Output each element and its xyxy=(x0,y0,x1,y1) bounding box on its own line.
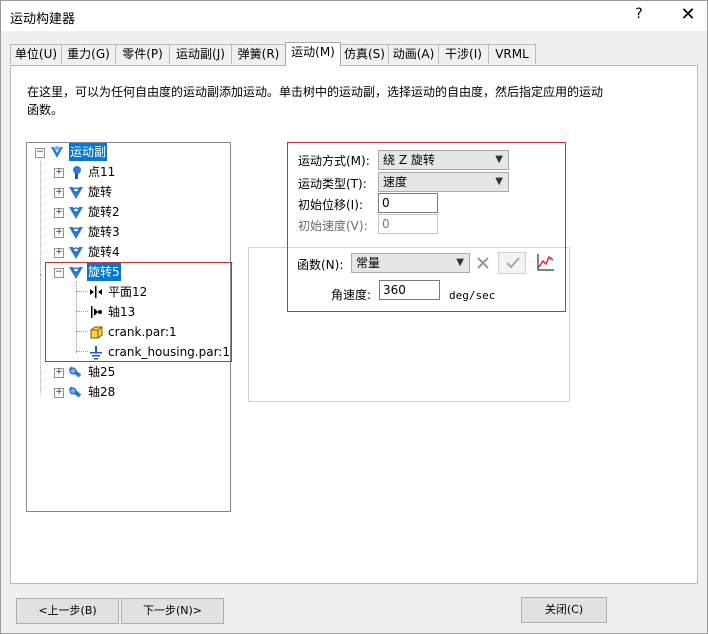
motion-mode-select[interactable]: 绕 Z 旋转 ▼ xyxy=(378,150,509,170)
tree-item-revolute2[interactable]: + 旋转2 xyxy=(27,203,227,221)
tab-joints[interactable]: 运动副(J) xyxy=(169,44,232,64)
motion-type-select[interactable]: 速度 ▼ xyxy=(378,172,509,192)
tab-simulation[interactable]: 仿真(S) xyxy=(340,44,389,64)
cylindrical-joint-icon xyxy=(68,366,82,378)
chevron-down-icon: ▼ xyxy=(456,257,464,268)
tree-highlight-box xyxy=(45,262,232,362)
tree-item-revolute4[interactable]: + 旋转4 xyxy=(27,243,227,261)
function-select[interactable]: 常量 ▼ xyxy=(351,253,470,273)
angular-velocity-input[interactable]: 360 xyxy=(379,280,440,300)
angular-velocity-unit: deg/sec xyxy=(449,289,496,302)
motion-builder-dialog: 运动构建器 ? ✕ 单位(U) 重力(G) 零件(P) 运动副(J) 弹簧(R)… xyxy=(0,0,708,634)
tab-motion[interactable]: 运动(M) xyxy=(285,42,341,66)
close-button[interactable]: 关闭(C) xyxy=(521,597,607,623)
joints-folder-icon xyxy=(51,146,63,158)
tab-units[interactable]: 单位(U) xyxy=(10,44,62,64)
tree-item-revolute[interactable]: + 旋转 xyxy=(27,183,227,201)
tab-springs[interactable]: 弹簧(R) xyxy=(231,44,286,64)
initial-displacement-label: 初始位移(I): xyxy=(298,198,363,212)
revolute-joint-icon xyxy=(69,207,83,219)
motion-type-label: 运动类型(T): xyxy=(298,177,367,191)
tree-item-point11[interactable]: + 点11 xyxy=(27,163,227,181)
help-icon[interactable]: ? xyxy=(630,6,648,22)
tree-root-label: 运动副 xyxy=(69,143,108,161)
initial-velocity-input[interactable]: 0 xyxy=(378,214,438,234)
close-icon[interactable]: ✕ xyxy=(678,4,698,26)
revolute-joint-icon xyxy=(69,227,83,239)
tab-vrml[interactable]: VRML xyxy=(488,44,536,64)
graph-function-icon[interactable] xyxy=(536,252,556,272)
point-joint-icon xyxy=(73,166,81,179)
initial-velocity-label: 初始速度(V): xyxy=(298,219,368,233)
revolute-joint-icon xyxy=(69,187,83,199)
prev-button[interactable]: <上一步(B) xyxy=(16,598,119,624)
tab-animation[interactable]: 动画(A) xyxy=(388,44,439,64)
initial-displacement-input[interactable]: 0 xyxy=(378,193,438,213)
checkmark-icon xyxy=(506,257,520,269)
motion-mode-label: 运动方式(M): xyxy=(298,154,370,168)
angular-velocity-label: 角速度: xyxy=(331,288,372,302)
chevron-down-icon: ▼ xyxy=(495,154,503,165)
tab-interference[interactable]: 干涉(I) xyxy=(438,44,489,64)
chevron-down-icon: ▼ xyxy=(495,176,503,187)
revolute-joint-icon xyxy=(69,247,83,259)
function-label: 函数(N): xyxy=(297,258,344,272)
tree-root[interactable]: − 运动副 xyxy=(27,143,227,161)
cylindrical-joint-icon xyxy=(68,386,82,398)
tree-item-axis25[interactable]: + 轴25 xyxy=(27,363,227,381)
motion-panel: 在这里，可以为任何自由度的运动副添加运动。单击树中的运动副，选择运动的自由度，然… xyxy=(10,65,698,584)
next-button[interactable]: 下一步(N)> xyxy=(121,598,224,624)
title-bar: 运动构建器 ? ✕ xyxy=(1,1,707,31)
tree-item-revolute3[interactable]: + 旋转3 xyxy=(27,223,227,241)
tree-item-axis28[interactable]: + 轴28 xyxy=(27,383,227,401)
tab-parts[interactable]: 零件(P) xyxy=(115,44,170,64)
clear-function-icon[interactable] xyxy=(474,254,492,272)
description-text: 在这里，可以为任何自由度的运动副添加运动。单击树中的运动副，选择运动的自由度，然… xyxy=(27,85,604,117)
tab-gravity[interactable]: 重力(G) xyxy=(61,44,116,64)
window-title: 运动构建器 xyxy=(10,12,76,27)
accept-function-button[interactable] xyxy=(498,252,526,274)
